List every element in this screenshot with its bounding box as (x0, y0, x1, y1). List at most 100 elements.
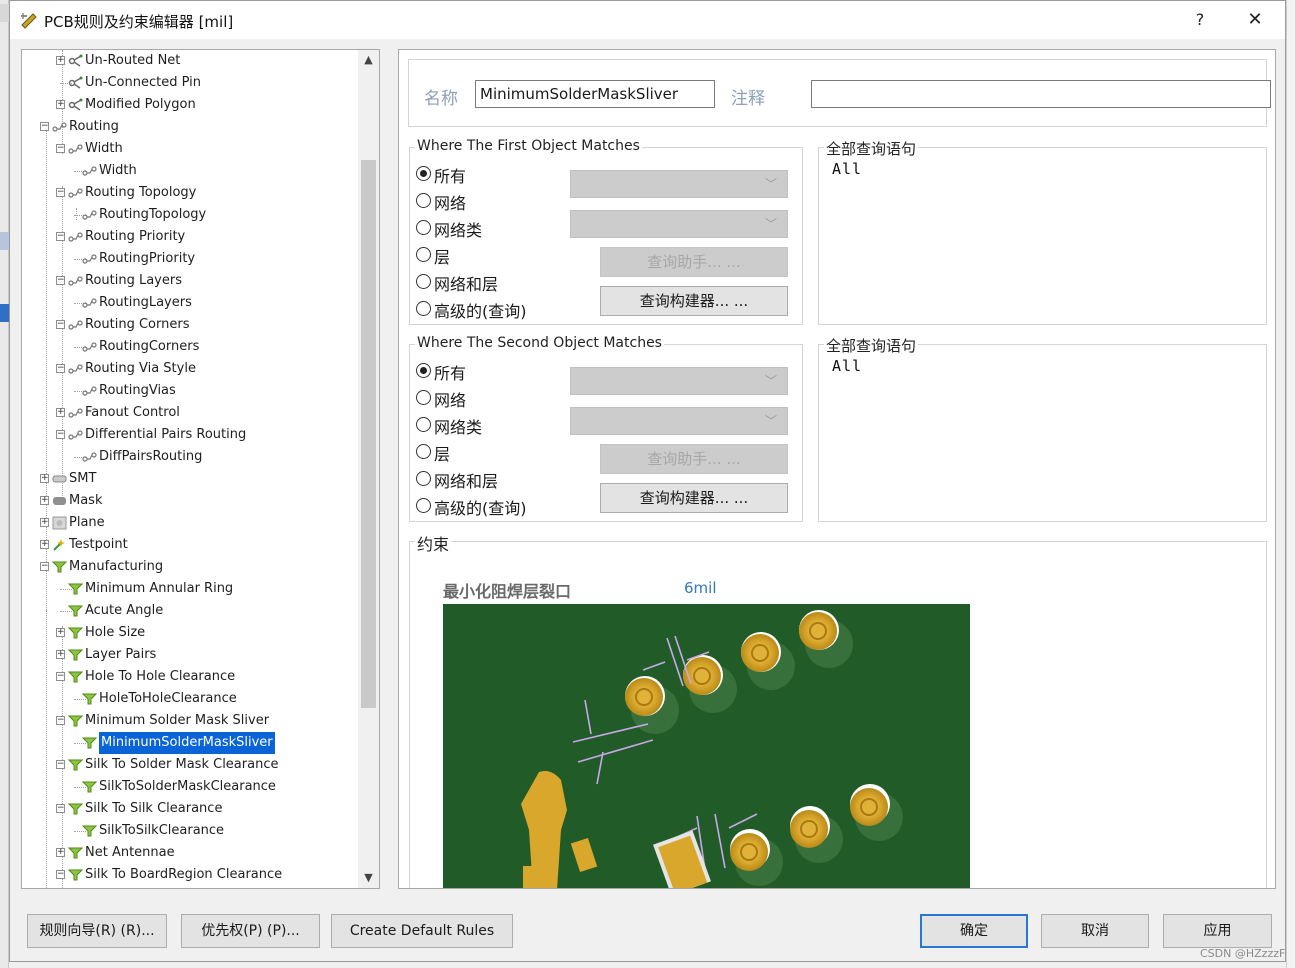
expand-icon[interactable]: + (40, 474, 49, 483)
comment-input[interactable] (811, 80, 1271, 108)
tree-item[interactable]: + Testpoint (22, 534, 358, 556)
first-full-query-text[interactable]: All (832, 160, 862, 178)
tree-item[interactable]: − Silk To BoardRegion Clearance (22, 864, 358, 886)
tree-item[interactable]: Width (22, 160, 358, 182)
scrollbar-thumb[interactable] (361, 160, 376, 708)
tree-item[interactable]: HoleToHoleClearance (22, 688, 358, 710)
tree-item[interactable]: − Differential Pairs Routing (22, 424, 358, 446)
tree-item[interactable]: + Plane (22, 512, 358, 534)
tree-item[interactable]: SilkToSilkClearance (22, 820, 358, 842)
tree-item[interactable]: Minimum Annular Ring (22, 578, 358, 600)
second-object-radio-option[interactable]: 高级的(查询) (416, 494, 566, 518)
second-object-radio-option[interactable]: 层 (416, 440, 566, 464)
expand-icon[interactable]: + (40, 496, 49, 505)
priorities-button[interactable]: 优先权(P) (P)... (181, 914, 320, 948)
collapse-icon[interactable]: − (56, 430, 65, 439)
create-default-rules-button[interactable]: Create Default Rules (331, 914, 513, 948)
tree-item[interactable]: + Net Antennae (22, 842, 358, 864)
first-object-radio-option[interactable]: 所有 (416, 162, 566, 186)
expand-icon[interactable]: + (56, 848, 65, 857)
expand-icon[interactable]: + (40, 518, 49, 527)
collapse-icon[interactable]: − (56, 804, 65, 813)
radio-button[interactable] (416, 444, 431, 459)
tree-item[interactable]: − Routing Layers (22, 270, 358, 292)
scroll-down-arrow-icon[interactable]: ▼ (358, 868, 379, 888)
tree-item[interactable]: − Hole To Hole Clearance (22, 666, 358, 688)
second-object-radio-option[interactable]: 网络 (416, 386, 566, 410)
tree-item[interactable]: + SMT (22, 468, 358, 490)
expand-icon[interactable]: + (56, 628, 65, 637)
expand-icon[interactable]: + (40, 540, 49, 549)
tree-item[interactable]: MinimumSolderMaskSliver (22, 731, 358, 755)
rule-name-input[interactable]: MinimumSolderMaskSliver (475, 80, 715, 108)
tree-item[interactable]: − Width (22, 138, 358, 160)
tree-item[interactable]: + Hole Size (22, 622, 358, 644)
scroll-up-arrow-icon[interactable]: ▲ (358, 50, 379, 70)
first-object-radio-option[interactable]: 网络和层 (416, 270, 566, 294)
tree-item[interactable]: + Fanout Control (22, 402, 358, 424)
collapse-icon[interactable]: − (56, 276, 65, 285)
cancel-button[interactable]: 取消 (1041, 914, 1149, 948)
tree-item[interactable]: − Routing Priority (22, 226, 358, 248)
second-query-builder-button[interactable]: 查询构建器... ... (600, 483, 788, 513)
radio-button[interactable] (416, 390, 431, 405)
tree-item[interactable]: + Mask (22, 490, 358, 512)
tree-item[interactable]: − Manufacturing (22, 556, 358, 578)
radio-button[interactable] (416, 274, 431, 289)
collapse-icon[interactable]: − (56, 188, 65, 197)
radio-button[interactable] (416, 471, 431, 486)
tree-item[interactable]: − Routing Corners (22, 314, 358, 336)
first-object-radio-option[interactable]: 层 (416, 243, 566, 267)
radio-button[interactable] (416, 193, 431, 208)
tree-item[interactable]: SilkToSolderMaskClearance (22, 776, 358, 798)
collapse-icon[interactable]: − (56, 320, 65, 329)
tree-item[interactable]: DiffPairsRouting (22, 446, 358, 468)
expand-icon[interactable]: + (56, 650, 65, 659)
collapse-icon[interactable]: − (40, 122, 49, 131)
second-object-radio-option[interactable]: 网络和层 (416, 467, 566, 491)
tree-item[interactable]: + Modified Polygon (22, 94, 358, 116)
close-button[interactable]: ✕ (1240, 6, 1270, 34)
apply-button[interactable]: 应用 (1163, 914, 1272, 948)
second-full-query-text[interactable]: All (832, 357, 862, 375)
ok-button[interactable]: 确定 (920, 914, 1028, 948)
first-object-radio-option[interactable]: 高级的(查询) (416, 297, 566, 321)
tree-item[interactable]: + Layer Pairs (22, 644, 358, 666)
radio-button[interactable] (416, 363, 431, 378)
tree-item[interactable]: − Silk To Silk Clearance (22, 798, 358, 820)
tree-vertical-scrollbar[interactable]: ▲ ▼ (358, 50, 379, 888)
radio-button[interactable] (416, 247, 431, 262)
radio-button[interactable] (416, 417, 431, 432)
tree-item[interactable]: RoutingPriority (22, 248, 358, 270)
rule-wizard-button[interactable]: 规则向导(R) (R)... (27, 914, 167, 948)
second-object-radio-option[interactable]: 所有 (416, 359, 566, 383)
collapse-icon[interactable]: − (56, 144, 65, 153)
radio-button[interactable] (416, 498, 431, 513)
expand-icon[interactable]: + (56, 56, 65, 65)
collapse-icon[interactable]: − (40, 562, 49, 571)
collapse-icon[interactable]: − (56, 716, 65, 725)
tree-item[interactable]: Un-Connected Pin (22, 72, 358, 94)
tree-item[interactable]: RoutingTopology (22, 204, 358, 226)
tree-item[interactable]: − Routing Via Style (22, 358, 358, 380)
expand-icon[interactable]: + (56, 408, 65, 417)
tree-item[interactable]: Acute Angle (22, 600, 358, 622)
tree-item[interactable]: − Silk To Solder Mask Clearance (22, 754, 358, 776)
expand-icon[interactable]: + (56, 100, 65, 109)
collapse-icon[interactable]: − (56, 672, 65, 681)
first-object-radio-option[interactable]: 网络 (416, 189, 566, 213)
tree-item[interactable]: RoutingCorners (22, 336, 358, 358)
tree-item[interactable]: RoutingLayers (22, 292, 358, 314)
solder-mask-sliver-value[interactable]: 6mil (684, 579, 717, 597)
tree-item[interactable]: − Routing Topology (22, 182, 358, 204)
collapse-icon[interactable]: − (56, 232, 65, 241)
radio-button[interactable] (416, 166, 431, 181)
collapse-icon[interactable]: − (56, 870, 65, 879)
help-button[interactable]: ? (1188, 8, 1212, 32)
tree-item[interactable]: − Minimum Solder Mask Sliver (22, 710, 358, 732)
tree-item[interactable]: + Un-Routed Net (22, 50, 358, 72)
first-object-radio-option[interactable]: 网络类 (416, 216, 566, 240)
second-object-radio-option[interactable]: 网络类 (416, 413, 566, 437)
first-query-builder-button[interactable]: 查询构建器... ... (600, 286, 788, 316)
radio-button[interactable] (416, 220, 431, 235)
